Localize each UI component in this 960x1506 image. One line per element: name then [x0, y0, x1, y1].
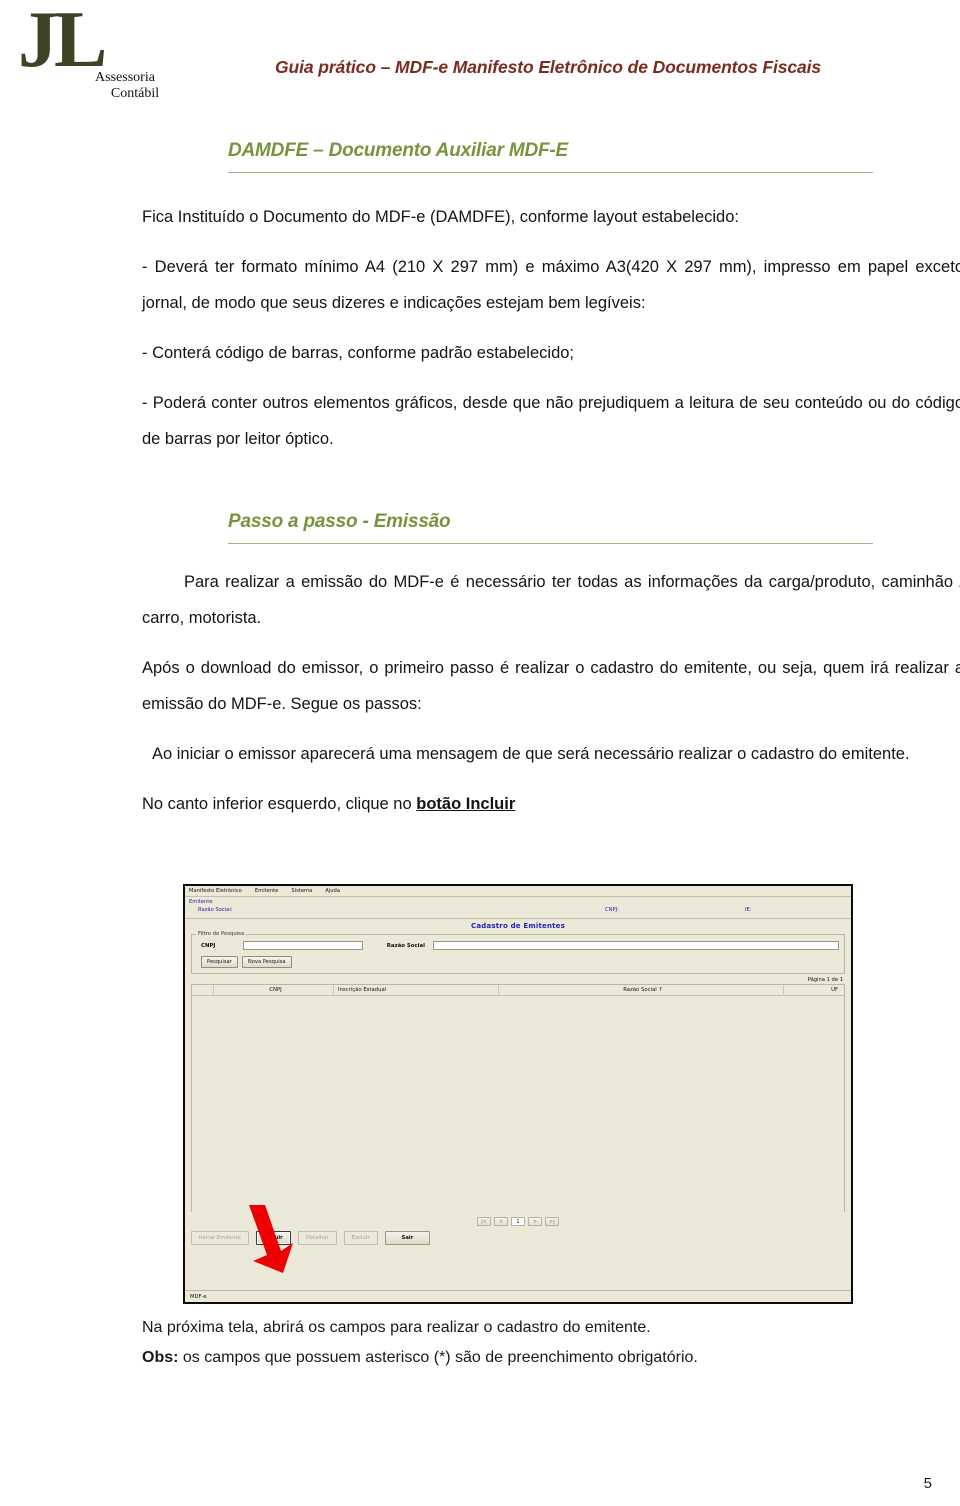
table-body-empty	[192, 996, 844, 1212]
pagination-next-button[interactable]: >	[528, 1217, 542, 1226]
pesquisar-button[interactable]: Pesquisar	[201, 956, 238, 968]
page-header: JL Assessoria Contábil Guia prático – MD…	[0, 0, 960, 112]
app-page-title: Cadastro de Emitentes	[470, 922, 565, 930]
menu-item-ajuda[interactable]: Ajuda	[325, 888, 340, 895]
nova-pesquisa-button[interactable]: Nova Pesquisa	[241, 956, 292, 968]
footer-notes: Na próxima tela, abrirá os campos para r…	[142, 1313, 902, 1373]
filter-cnpj-input[interactable]	[243, 941, 363, 950]
emitente-info-panel: Emitente Razão Social: CNPJ: IE:	[185, 897, 851, 919]
logo-line-assessoria: Assessoria	[95, 70, 155, 85]
logo-line-contabil: Contábil	[110, 86, 160, 101]
search-filter-group: Filtro de Pesquisa CNPJ Razão Social Pes…	[191, 931, 845, 974]
footer-note-obs-text: os campos que possuem asterisco (*) são …	[178, 1349, 698, 1366]
menu-item-manifesto-eletronico[interactable]: Manifesto Eletrônico	[189, 888, 242, 895]
section-title-passo: Passo a passo - Emissão	[228, 511, 451, 532]
footer-note-line-2: Obs: os campos que possuem asterisco (*)…	[142, 1343, 902, 1373]
emitente-ie-label: IE:	[745, 907, 752, 913]
app-menu-bar[interactable]: Manifesto Eletrônico Emitente Sistema Aj…	[185, 886, 851, 897]
page-number: 5	[923, 1475, 932, 1492]
pagination-first-button[interactable]: |<	[477, 1217, 491, 1226]
paragraph-passo-1-text: Para realizar a emissão do MDF-e é neces…	[142, 573, 960, 627]
logo-monogram: JL	[18, 0, 107, 84]
table-header-cnpj[interactable]: CNPJ	[214, 984, 334, 996]
paragraph-passo-4: No canto inferior esquerdo, clique no bo…	[142, 786, 960, 822]
pagination-last-button[interactable]: >|	[545, 1217, 559, 1226]
filter-razao-social-input[interactable]	[433, 941, 839, 950]
iniciar-emitente-button[interactable]: Iniciar Emitente	[191, 1231, 249, 1245]
company-logo: JL Assessoria Contábil	[8, 0, 178, 108]
menu-item-sistema[interactable]: Sistema	[291, 888, 312, 895]
paragraph-damdfe-1: Fica Instituído o Documento do MDF-e (DA…	[142, 208, 739, 226]
filter-cnpj-label: CNPJ	[201, 942, 216, 949]
detalhar-button[interactable]: Detalhar	[297, 1231, 337, 1245]
document-header-title: Guia prático – MDF-e Manifesto Eletrônic…	[275, 57, 822, 77]
paragraph-passo-2: Após o download do emissor, o primeiro p…	[142, 659, 960, 713]
paragraph-passo-3-text: Ao iniciar o emissor aparecerá uma mensa…	[152, 745, 910, 763]
document-body: DAMDFE – Documento Auxiliar MDF-E Fica I…	[0, 112, 960, 822]
app-footer-buttons: Iniciar Emitente Incluir Detalhar Exclui…	[185, 1226, 851, 1245]
excluir-button[interactable]: Excluir	[343, 1231, 378, 1245]
paragraph-passo-3: Ao iniciar o emissor aparecerá uma mensa…	[142, 736, 960, 772]
embedded-app-screenshot: Manifesto Eletrônico Emitente Sistema Aj…	[183, 884, 853, 1304]
table-header-inscricao-estadual[interactable]: Inscrição Estadual	[334, 984, 499, 996]
paragraph-damdfe-4: - Poderá conter outros elementos gráfico…	[142, 394, 960, 448]
table-header-row: CNPJ Inscrição Estadual Razão Social ↑ U…	[192, 984, 844, 996]
sair-button[interactable]: Sair	[384, 1231, 431, 1245]
search-filter-legend: Filtro de Pesquisa	[196, 931, 247, 937]
paragraph-passo-1: Para realizar a emissão do MDF-e é neces…	[142, 564, 960, 636]
incluir-button[interactable]: Incluir	[255, 1231, 291, 1245]
menu-item-emitente[interactable]: Emitente	[255, 888, 279, 895]
table-header-razao-social[interactable]: Razão Social ↑	[499, 984, 784, 996]
pagination-current-page[interactable]: 1	[511, 1217, 525, 1226]
search-filter-row: CNPJ Razão Social	[197, 941, 839, 950]
emitente-group-label: Emitente	[189, 899, 213, 905]
filter-razao-social-label: Razão Social	[386, 942, 425, 949]
pagination-prev-button[interactable]: <	[494, 1217, 508, 1226]
paragraph-damdfe-3: - Conterá código de barras, conforme pad…	[142, 344, 575, 362]
table-page-info: Página 1 de 1	[807, 977, 843, 983]
search-filter-buttons: Pesquisar Nova Pesquisa	[197, 956, 839, 968]
paragraph-damdfe-2: - Deverá ter formato mínimo A4 (210 X 29…	[142, 258, 960, 312]
table-header-uf[interactable]: UF	[784, 985, 844, 996]
footer-note-line-1: Na próxima tela, abrirá os campos para r…	[142, 1319, 651, 1336]
paragraph-passo-4-prefix: No canto inferior esquerdo, clique no	[142, 795, 417, 813]
botao-incluir-emphasis: botão Incluir	[416, 795, 516, 813]
emitentes-table: CNPJ Inscrição Estadual Razão Social ↑ U…	[191, 984, 845, 1212]
footer-note-obs-label: Obs:	[142, 1349, 179, 1366]
table-header-select[interactable]	[192, 984, 214, 996]
app-status-bar: MDF-e	[185, 1290, 851, 1302]
table-pagination[interactable]: |< < 1 > >|	[185, 1212, 851, 1226]
emitente-cnpj-label: CNPJ:	[605, 907, 619, 913]
section-title-damdfe: DAMDFE – Documento Auxiliar MDF-E	[228, 140, 568, 161]
